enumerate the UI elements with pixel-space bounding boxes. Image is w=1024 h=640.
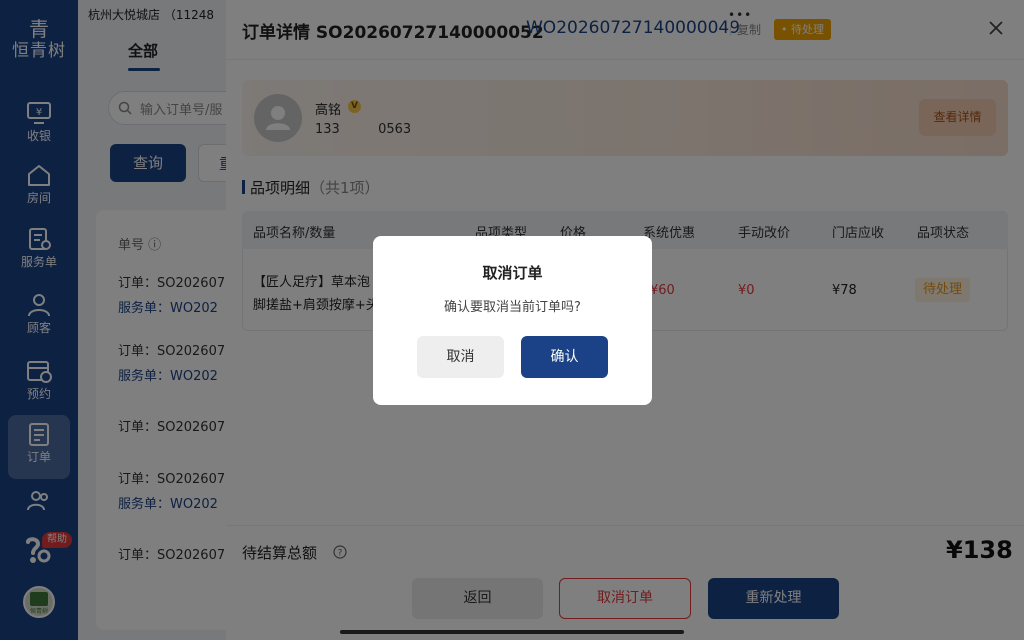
cancel-order-dialog: 取消订单 确认要取消当前订单吗? 取消 确认 [373, 236, 652, 405]
dialog-confirm-button[interactable]: 确认 [521, 336, 608, 378]
dialog-message: 确认要取消当前订单吗? [444, 300, 581, 315]
dialog-title: 取消订单 [482, 264, 543, 282]
dialog-cancel-button[interactable]: 取消 [417, 336, 504, 378]
